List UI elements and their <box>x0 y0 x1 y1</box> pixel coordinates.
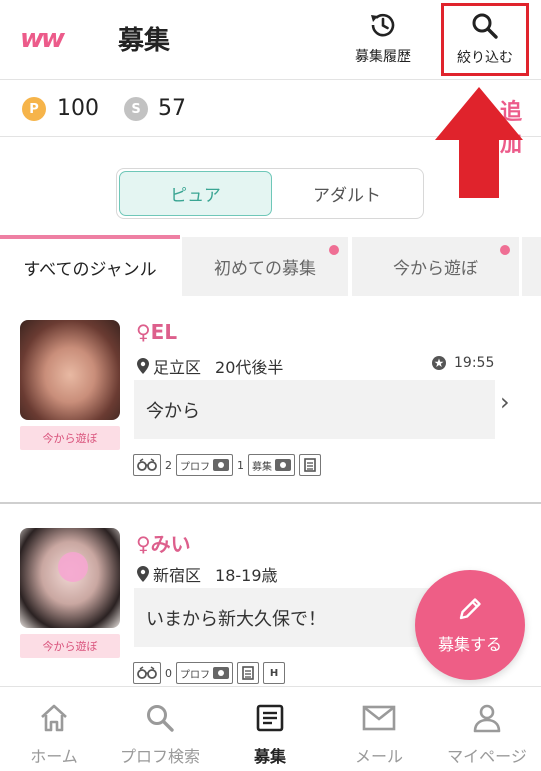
nav-label: プロフ検索 <box>119 747 200 766</box>
tab-play-now[interactable]: 今から遊ぼ <box>352 237 519 296</box>
genre-tabs: すべてのジャンル 初めての募集 今から遊ぼ <box>0 235 541 296</box>
poster-name: ♀みい <box>136 528 191 557</box>
pencil-icon <box>459 598 481 620</box>
pure-toggle-option[interactable]: ピュア <box>119 171 272 216</box>
chevron-right-icon[interactable]: › <box>500 388 510 416</box>
new-dot-indicator <box>329 245 339 255</box>
glasses-count: 2 <box>165 458 172 472</box>
s-points-value: 57 <box>158 96 186 121</box>
profile-badge-label: プロフ <box>180 461 210 473</box>
age-text: 18-19歳 <box>215 566 278 585</box>
fab-label: 募集する <box>437 635 502 654</box>
time-text: 19:55 <box>454 355 495 371</box>
tab-more[interactable] <box>522 237 541 296</box>
nav-home[interactable]: ホーム <box>0 687 108 771</box>
tab-label: 初めての募集 <box>214 259 316 279</box>
genre-tag: 今から遊ぼ <box>20 634 120 658</box>
camera-icon <box>213 667 229 679</box>
page-title: 募集 <box>118 26 171 56</box>
female-icon: ♀ <box>136 532 151 556</box>
search-icon <box>144 701 176 735</box>
nav-mypage[interactable]: マイページ <box>433 687 541 771</box>
boshu-badge-label: 募集 <box>252 461 272 473</box>
tab-all-genres[interactable]: すべてのジャンル <box>0 235 180 296</box>
document-icon <box>242 666 254 680</box>
history-icon <box>366 8 400 42</box>
new-dot-indicator <box>500 245 510 255</box>
adult-toggle-option[interactable]: アダルト <box>273 171 421 216</box>
boshu-photo-badge: 募集 <box>248 454 295 476</box>
list-icon <box>255 701 285 735</box>
p-points-value: 100 <box>57 96 99 121</box>
h-badge: H <box>263 662 285 684</box>
tab-label: すべてのジャンル <box>23 260 157 280</box>
app-header: ww 募集 募集履歴 絞り込む <box>0 0 541 80</box>
bottom-nav: ホーム プロフ検索 募集 メール マイページ <box>0 686 541 771</box>
poster-name: ♀EL <box>136 320 177 344</box>
create-post-fab[interactable]: 募集する <box>415 570 525 680</box>
genre-tag: 今から遊ぼ <box>20 426 120 450</box>
camera-icon <box>213 459 229 471</box>
nav-label: メール <box>354 747 403 766</box>
mail-icon <box>362 701 396 735</box>
post-time: 19:55 <box>432 355 494 371</box>
glasses-icon <box>137 666 157 679</box>
star-icon <box>432 356 446 370</box>
document-badge <box>237 662 259 684</box>
post-list-item[interactable]: 今から遊ぼ ♀EL 足立区 20代後半 19:55 今から › 2 プロフ 1 … <box>0 296 541 504</box>
tab-first-time[interactable]: 初めての募集 <box>182 237 348 296</box>
nav-profile-search[interactable]: プロフ検索 <box>106 687 214 771</box>
nav-label: 募集 <box>253 747 286 766</box>
nav-label: マイページ <box>447 747 527 766</box>
document-badge <box>299 454 321 476</box>
glasses-count: 0 <box>165 666 172 680</box>
category-toggle: ピュア アダルト <box>116 168 424 219</box>
history-button[interactable]: 募集履歴 <box>337 6 429 72</box>
app-logo[interactable]: ww <box>20 24 65 54</box>
tab-label: 今から遊ぼ <box>393 259 478 279</box>
area-text: 足立区 <box>153 358 202 377</box>
camera-icon <box>275 459 291 471</box>
post-message: 今から <box>134 380 495 439</box>
glasses-badge <box>133 662 161 684</box>
document-icon <box>304 458 316 472</box>
poster-name-text: EL <box>150 320 178 344</box>
home-icon <box>38 701 70 735</box>
profile-badge-label: プロフ <box>180 669 210 681</box>
location-row: 新宿区 18-19歳 <box>137 562 278 586</box>
profile-photo-badge: プロフ <box>176 662 233 684</box>
annotation-arrow-icon <box>435 87 523 198</box>
profile-photo-badge: プロフ <box>176 454 233 476</box>
badge-row: 0 プロフ H <box>133 662 285 684</box>
area-text: 新宿区 <box>153 566 202 585</box>
nav-mail[interactable]: メール <box>325 687 433 771</box>
location-pin-icon <box>137 358 149 374</box>
glasses-badge <box>133 454 161 476</box>
nav-label: ホーム <box>30 747 78 766</box>
profile-photo-count: 1 <box>237 458 244 472</box>
badge-row: 2 プロフ 1 募集 <box>133 454 321 476</box>
avatar[interactable] <box>20 320 120 420</box>
female-icon: ♀ <box>136 320 151 344</box>
location-row: 足立区 20代後半 <box>137 354 283 378</box>
location-pin-icon <box>137 566 149 582</box>
glasses-icon <box>137 458 157 471</box>
s-coin-icon: S <box>124 97 148 121</box>
poster-name-text: みい <box>150 532 191 556</box>
face-blur-sticker <box>58 552 88 582</box>
p-coin-icon: P <box>22 97 46 121</box>
age-text: 20代後半 <box>215 358 284 377</box>
filter-label: 絞り込む <box>457 50 513 66</box>
filter-button[interactable]: 絞り込む <box>441 3 529 76</box>
person-icon <box>472 701 502 735</box>
history-label: 募集履歴 <box>355 49 411 65</box>
avatar[interactable] <box>20 528 120 628</box>
nav-boshu[interactable]: 募集 <box>216 687 324 771</box>
search-icon <box>468 9 502 43</box>
